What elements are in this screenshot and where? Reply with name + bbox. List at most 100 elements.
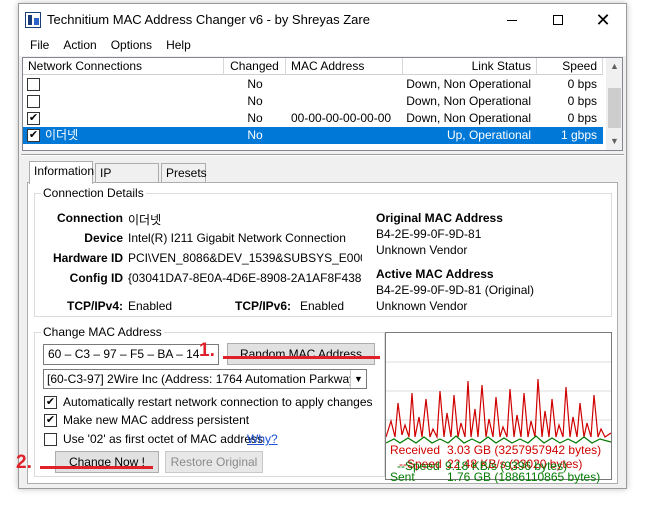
col-network-connections[interactable]: Network Connections xyxy=(23,58,224,75)
tcpv4-value: Enabled xyxy=(128,299,173,313)
change-mac-title: Change MAC Address xyxy=(41,325,164,339)
table-row-selected[interactable]: ✔ 이더넷 No Up, Operational 1 gbps xyxy=(23,127,603,144)
row-status: Down, Non Operational xyxy=(406,111,531,125)
row-changed: No xyxy=(247,94,263,108)
persistent-label[interactable]: Make new MAC address persistent xyxy=(63,413,249,427)
active-vendor: Unknown Vendor xyxy=(376,299,468,313)
device-label: Device xyxy=(84,231,123,245)
row-speed: 1 gbps xyxy=(560,128,597,142)
tab-information[interactable]: Information xyxy=(29,161,94,184)
active-mac-value: B4-2E-99-0F-9D-81 (Original) xyxy=(376,283,535,297)
scroll-up-icon[interactable]: ▲ xyxy=(606,58,622,75)
vendor-select[interactable]: [60-C3-97] 2Wire Inc (Address: 1764 Auto… xyxy=(43,369,367,389)
row-speed: 0 bps xyxy=(567,94,597,108)
config-id-value: {03041DA7-8E0A-4D6E-8908-2A1AF8F438CF} xyxy=(128,271,362,285)
received-value: 3.03 GB (3257957942 bytes) xyxy=(447,443,602,457)
scroll-down-icon[interactable]: ▼ xyxy=(606,133,622,150)
row-mac xyxy=(291,76,401,93)
menu-file[interactable]: File xyxy=(23,36,56,56)
row-mac xyxy=(291,127,401,144)
row-mac: 00-00-00-00-00-00 xyxy=(291,111,392,125)
row-checkbox[interactable] xyxy=(27,78,40,91)
network-connections-list[interactable]: Network Connections Changed MAC Address … xyxy=(22,57,623,151)
list-scrollbar[interactable]: ▲ ▼ xyxy=(606,58,622,150)
col-changed[interactable]: Changed xyxy=(224,58,286,75)
row-checkbox[interactable]: ✔ xyxy=(27,112,40,125)
row-name xyxy=(45,93,215,110)
menu-bar: File Action Options Help xyxy=(19,36,626,56)
row-speed: 0 bps xyxy=(567,77,597,91)
original-vendor: Unknown Vendor xyxy=(376,243,468,257)
tcpv6-label: TCP/IPv6: xyxy=(235,299,292,313)
tx-speed-value: 9.18 KB/s (9396 bytes) xyxy=(445,459,568,473)
hardware-id-value: PCI\VEN_8086&DEV_1539&SUBSYS_E0001458 xyxy=(128,251,362,265)
row-changed: No xyxy=(247,128,263,142)
close-button[interactable]: ✕ xyxy=(580,4,626,36)
title-bar[interactable]: Technitium MAC Address Changer v6 - by S… xyxy=(19,4,626,36)
menu-help[interactable]: Help xyxy=(159,36,198,56)
graph-grid xyxy=(386,361,611,421)
connection-label: Connection xyxy=(57,211,123,225)
chevron-down-icon[interactable]: ▼ xyxy=(350,370,366,388)
maximize-button[interactable] xyxy=(535,4,581,36)
table-row[interactable]: No Down, Non Operational 0 bps xyxy=(23,76,603,93)
connection-value: 이더넷 xyxy=(128,213,162,227)
auto-restart-checkbox[interactable]: ✔ xyxy=(44,396,57,409)
row-changed: No xyxy=(247,111,263,125)
row-name xyxy=(45,76,215,93)
row-name: 이더넷 xyxy=(45,128,79,142)
auto-restart-label[interactable]: Automatically restart network connection… xyxy=(63,395,373,409)
row-speed: 0 bps xyxy=(567,111,597,125)
tcpv4-label: TCP/IPv4: xyxy=(66,299,123,313)
use-02-label[interactable]: Use '02' as first octet of MAC address xyxy=(63,432,263,446)
row-checkbox[interactable]: ✔ xyxy=(27,129,40,142)
change-now-button[interactable]: Change Now ! xyxy=(55,451,159,473)
row-status: Up, Operational xyxy=(446,128,531,142)
col-speed[interactable]: Speed xyxy=(537,58,603,75)
row-mac xyxy=(291,93,401,110)
maximize-icon xyxy=(553,15,563,25)
config-id-label: Config ID xyxy=(69,271,123,285)
row-checkbox[interactable] xyxy=(27,95,40,108)
minimize-button[interactable] xyxy=(489,4,535,36)
row-changed: No xyxy=(247,77,263,91)
row-status: Down, Non Operational xyxy=(406,94,531,108)
tx-speed-label: --Speed xyxy=(397,459,440,473)
restore-original-button: Restore Original xyxy=(165,451,263,473)
received-label: Received xyxy=(390,443,441,457)
random-mac-button[interactable]: Random MAC Address xyxy=(227,343,375,365)
col-mac-address[interactable]: MAC Address xyxy=(286,58,403,75)
close-icon: ✕ xyxy=(595,9,611,30)
table-row[interactable]: No Down, Non Operational 0 bps xyxy=(23,93,603,110)
hardware-id-label: Hardware ID xyxy=(52,251,123,265)
vendor-select-value: [60-C3-97] 2Wire Inc (Address: 1764 Auto… xyxy=(47,372,367,386)
annotation-one: 1. xyxy=(199,340,215,361)
tab-presets[interactable]: Presets xyxy=(161,163,207,183)
row-status: Down, Non Operational xyxy=(406,77,531,91)
menu-action[interactable]: Action xyxy=(56,36,103,56)
main-window: Technitium MAC Address Changer v6 - by S… xyxy=(18,3,627,489)
table-row[interactable]: ✔ No 00-00-00-00-00-00 Down, Non Operati… xyxy=(23,110,603,127)
original-mac-value: B4-2E-99-0F-9D-81 xyxy=(376,227,482,241)
mac-address-input[interactable]: 60 – C3 – 97 – F5 – BA – 14 xyxy=(43,344,219,365)
menu-options[interactable]: Options xyxy=(104,36,159,56)
device-value: Intel(R) I211 Gigabit Network Connection xyxy=(128,231,346,245)
connection-details-group: Connection Details Connection 이더넷 Device… xyxy=(34,186,612,317)
why-link[interactable]: Why? xyxy=(247,432,278,446)
window-title: Technitium MAC Address Changer v6 - by S… xyxy=(47,12,370,27)
received-traffic-line xyxy=(386,378,611,440)
annotation-underline-two xyxy=(40,466,153,469)
minimize-icon xyxy=(507,19,517,21)
original-mac-title: Original MAC Address xyxy=(376,211,503,225)
list-header: Network Connections Changed MAC Address … xyxy=(23,58,603,75)
traffic-graph: Received 3.03 GB (3257957942 bytes) --Sp… xyxy=(385,332,612,483)
scroll-thumb[interactable] xyxy=(608,88,621,128)
persistent-checkbox[interactable]: ✔ xyxy=(44,414,57,427)
annotation-two: 2. xyxy=(16,452,32,473)
connection-details-title: Connection Details xyxy=(41,186,146,200)
use-02-checkbox[interactable] xyxy=(44,433,57,446)
tab-ip-address[interactable]: IP Address xyxy=(95,163,159,198)
active-mac-title: Active MAC Address xyxy=(376,267,494,281)
annotation-underline-one xyxy=(223,356,380,359)
col-link-status[interactable]: Link Status xyxy=(403,58,537,75)
